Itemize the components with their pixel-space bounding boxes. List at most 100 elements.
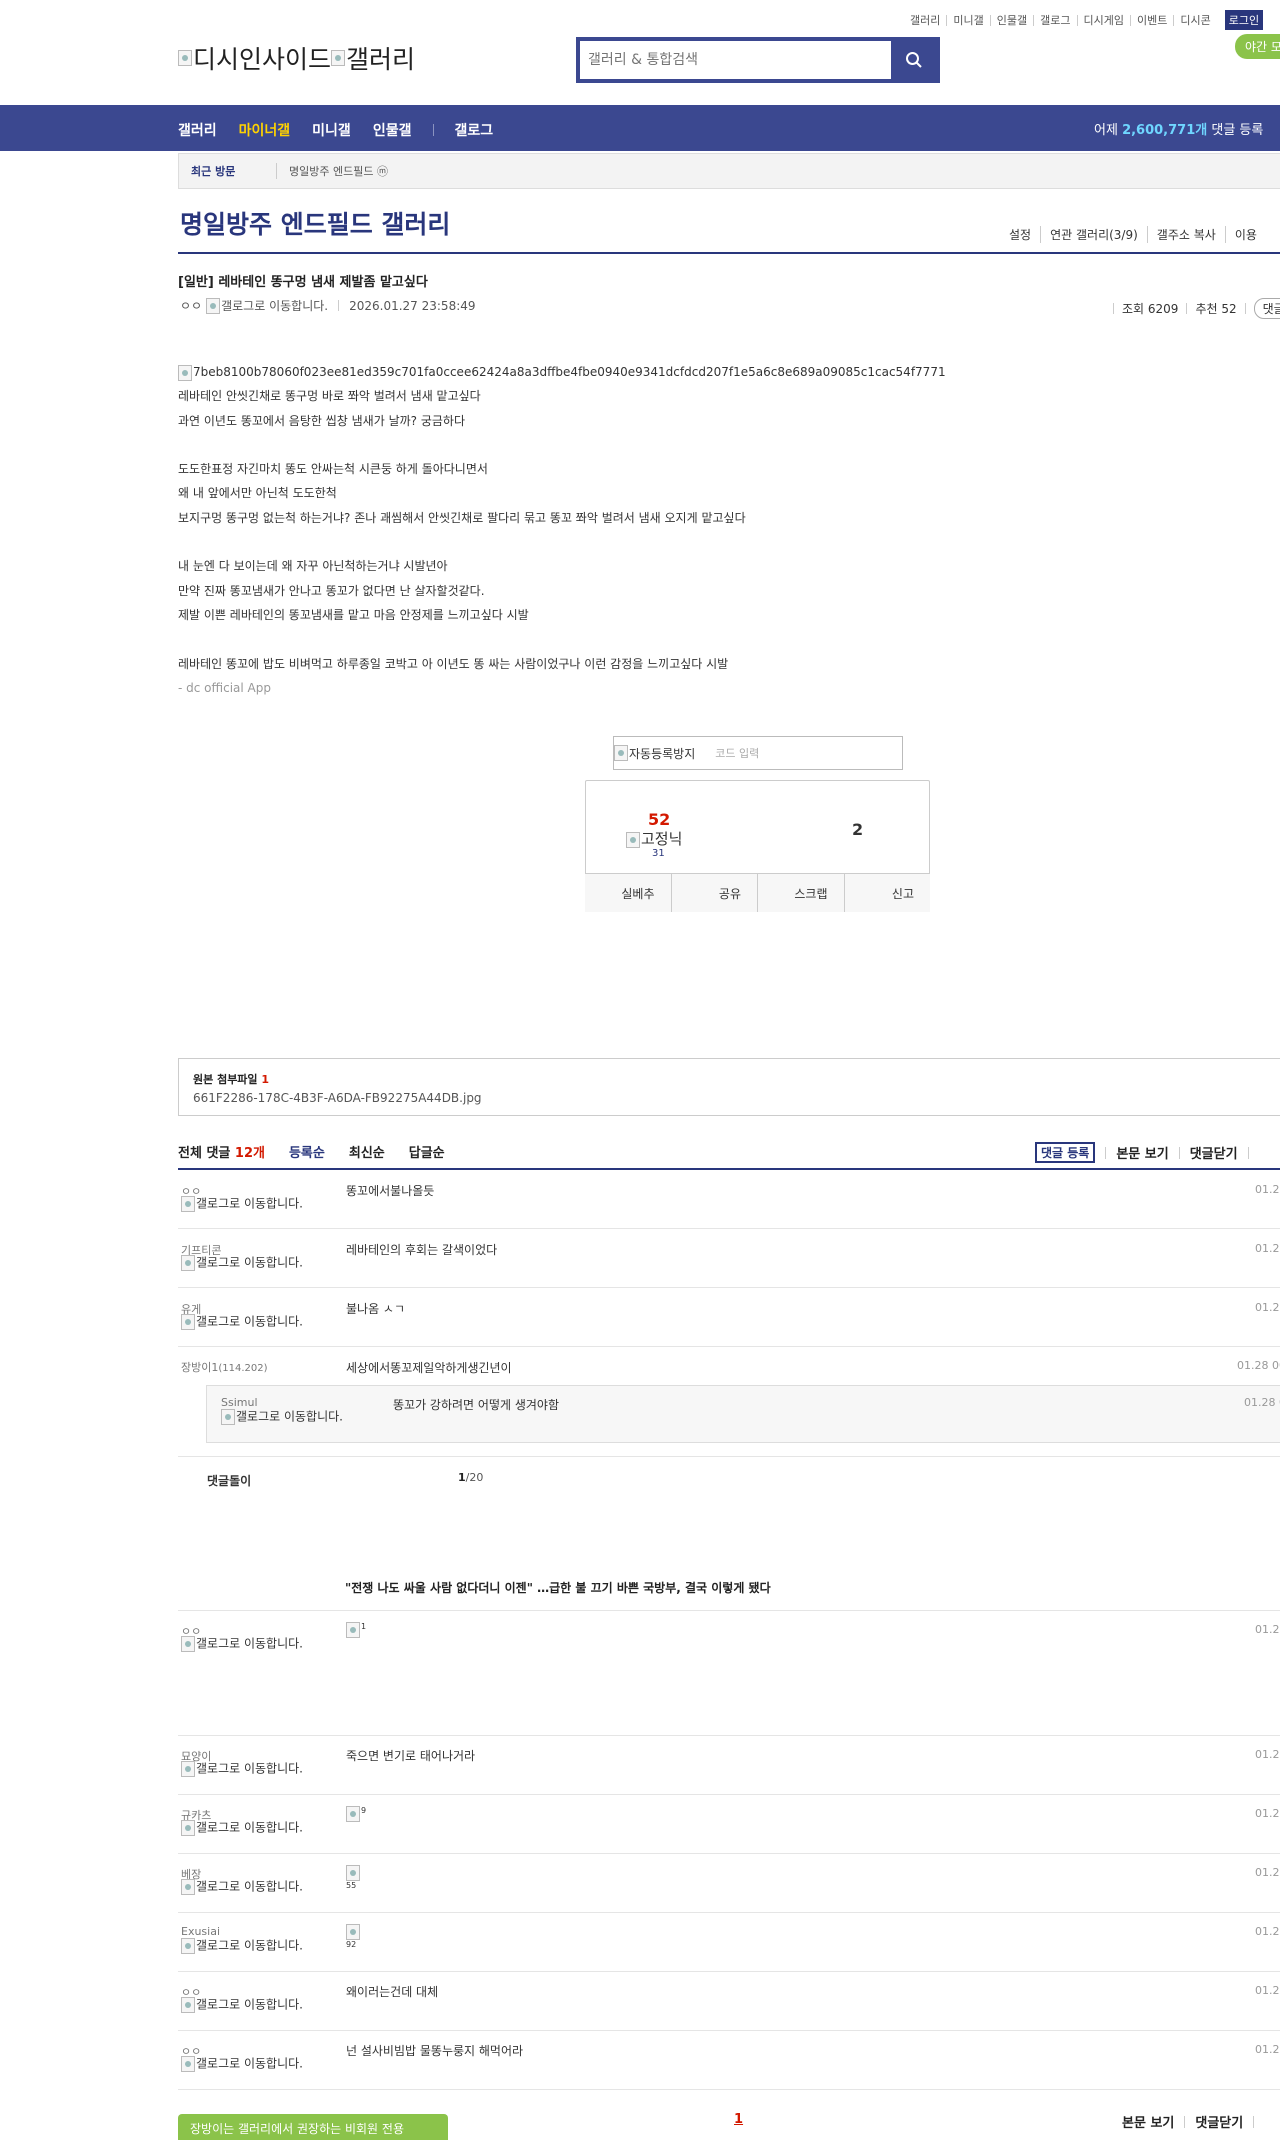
post-author[interactable]: ㅇㅇ xyxy=(180,297,202,314)
share-button[interactable]: 공유 xyxy=(670,874,758,912)
nav-gallery[interactable]: 갤러리 xyxy=(178,120,217,140)
broken-image-icon xyxy=(181,1997,195,2013)
related-gallery-link[interactable]: 연관 갤러리(3/9) xyxy=(1040,226,1147,243)
comment-image[interactable]: 55 xyxy=(346,1865,368,1890)
topmenu-dccon[interactable]: 디시콘 xyxy=(1173,14,1216,26)
actions-divider xyxy=(1178,1146,1180,1159)
actions-divider xyxy=(1253,2115,1255,2128)
broken-image-icon xyxy=(181,1879,195,1895)
nav-minorgall[interactable]: 마이너갤 xyxy=(239,120,291,140)
comment-nick[interactable]: 장방이1(114.202) xyxy=(181,1359,268,1375)
post-image-alt: 7beb8100b78060f023ee81ed359c701fa0ccee62… xyxy=(193,365,946,379)
broken-image-icon xyxy=(346,1806,360,1822)
comment-page-1[interactable]: 1 xyxy=(734,2112,743,2127)
report-button[interactable]: 신고 xyxy=(843,874,931,912)
scrap-button[interactable]: 스크랩 xyxy=(757,874,844,912)
sort-by-reply[interactable]: 답글순 xyxy=(409,1142,445,1161)
actions-divider xyxy=(1105,1146,1107,1159)
usage-link[interactable]: 이용 xyxy=(1224,226,1266,243)
broken-image-icon xyxy=(181,2056,195,2072)
nav-minigall[interactable]: 미니갤 xyxy=(312,120,351,140)
comment-register-button[interactable]: 댓글 등록 xyxy=(1035,1142,1096,1163)
night-mode-button[interactable]: 야간 모드 xyxy=(1235,34,1280,59)
comment-date: 01.28 xyxy=(1255,1807,1280,1820)
comment-text: 똥꼬에서불나올듯 xyxy=(346,1184,435,1198)
fixed-nick-upvote-button[interactable]: 고정닉 xyxy=(626,828,682,849)
captcha-input[interactable]: 코드 입력 xyxy=(715,745,759,761)
ad-comment-link[interactable]: "전쟁 나도 싸울 사람 없다더니 이젠" …급한 불 끄기 바쁜 국방부, 결… xyxy=(345,1579,771,1596)
gallog-link[interactable]: 갤로그로 이동합니다. xyxy=(221,1409,391,1425)
comment-date: 01.28 xyxy=(1255,1925,1280,1938)
recent-item[interactable]: 명일방주 엔드필드 ⓜ xyxy=(277,163,388,179)
recent-label: 최근 방문 xyxy=(179,163,277,179)
comment-image[interactable]: 1 xyxy=(346,1622,368,1638)
search-button[interactable] xyxy=(892,41,936,79)
gallog-link[interactable]: 갤로그로 이동합니다. xyxy=(181,2056,351,2072)
comment-nick[interactable]: Exusiai xyxy=(181,1925,220,1938)
gallog-link[interactable]: 갤로그로 이동합니다. xyxy=(181,1997,351,2013)
topmenu-dcgame[interactable]: 디시게임 xyxy=(1076,14,1130,26)
comment-stats: 어제 2,600,771개 댓글 등록 xyxy=(1094,119,1263,138)
comment-actions: 댓글 등록 본문 보기 댓글닫기 xyxy=(1035,1142,1259,1163)
body-line: 만약 진짜 똥꼬냄새가 안나고 똥꼬가 없다면 난 살자할것같다. xyxy=(178,583,485,598)
topmenu-gallog[interactable]: 갤로그 xyxy=(1033,14,1076,26)
broken-image-icon xyxy=(626,831,640,848)
recent-visits: 최근 방문 명일방주 엔드필드 ⓜ xyxy=(178,153,1280,189)
upvote-count: 52 xyxy=(648,810,671,829)
fixed-nick-alt: 고정닉 xyxy=(641,830,683,848)
comment-image[interactable]: 9 xyxy=(346,1806,368,1822)
comment-count-badge[interactable]: 댓글 xyxy=(1253,298,1280,319)
login-button[interactable]: 로그인 xyxy=(1224,10,1264,30)
stats-count: 2,600,771개 xyxy=(1122,123,1208,138)
logo-alt: 디시인사이드 xyxy=(193,45,332,74)
post-date: 2026.01.27 23:58:49 xyxy=(349,298,476,313)
view-body-button[interactable]: 본문 보기 xyxy=(1122,2112,1174,2131)
attachment-file-link[interactable]: 661F2286-178C-4B3F-A6DA-FB92275A44DB.jpg xyxy=(193,1091,1266,1105)
captcha-image-alt: 자동등록방지 xyxy=(629,746,696,761)
post-image[interactable]: 7beb8100b78060f023ee81ed359c701fa0ccee62… xyxy=(178,360,1178,384)
gallog-link[interactable]: 갤로그로 이동합니다. xyxy=(181,1761,351,1777)
comment-date: 01.28 xyxy=(1255,1301,1280,1314)
comment-date: 01.27 xyxy=(1255,1183,1280,1196)
close-comments-button[interactable]: 댓글닫기 xyxy=(1190,1143,1238,1162)
sort-by-register[interactable]: 등록순 xyxy=(289,1142,325,1161)
stats-divider xyxy=(1244,303,1246,314)
gallery-settings-link[interactable]: 설정 xyxy=(1000,226,1040,243)
vote-actions: 실베추 공유 스크랩 신고 xyxy=(585,873,930,912)
comment-image[interactable]: 92 xyxy=(346,1924,368,1949)
best-recommend-button[interactable]: 실베추 xyxy=(585,874,671,912)
gallog-link[interactable]: 갤로그로 이동합니다. xyxy=(181,1314,351,1330)
close-comments-button[interactable]: 댓글닫기 xyxy=(1195,2112,1243,2131)
attachment-label: 원본 첨부파일 1 xyxy=(193,1073,270,1086)
search-input[interactable] xyxy=(580,41,892,79)
title-divider xyxy=(178,252,1280,254)
comment-date: 01.28 xyxy=(1255,1748,1280,1761)
nav-gallog[interactable]: 갤로그 xyxy=(454,120,493,140)
reply-nick[interactable]: Ssimul xyxy=(221,1396,258,1409)
topmenu-gallery[interactable]: 갤러리 xyxy=(904,15,946,26)
sort-by-latest[interactable]: 최신순 xyxy=(349,1142,385,1161)
broken-image-icon xyxy=(178,50,192,66)
gallog-link[interactable]: 갤로그로 이동합니다. xyxy=(181,1820,351,1836)
stats-prefix: 어제 xyxy=(1094,123,1118,138)
search-box xyxy=(576,37,940,83)
view-body-button[interactable]: 본문 보기 xyxy=(1116,1143,1168,1162)
gallery-title[interactable]: 명일방주 엔드필드 갤러리 xyxy=(180,205,450,241)
site-logo[interactable]: 디시인사이드 갤러리 xyxy=(178,40,415,76)
nav-persongall[interactable]: 인물갤 xyxy=(373,120,412,140)
gallog-link[interactable]: 갤로그로 이동합니다. xyxy=(181,1196,351,1212)
gallog-link[interactable]: 갤로그로 이동합니다. xyxy=(181,1255,351,1271)
guest-notice-button[interactable]: 장방이는 갤러리에서 권장하는 비회원 전용 xyxy=(178,2114,448,2140)
topmenu-persongall[interactable]: 인물갤 xyxy=(989,14,1033,26)
gallog-icon[interactable] xyxy=(206,297,221,314)
copy-address-link[interactable]: 갤주소 복사 xyxy=(1146,226,1225,243)
topmenu-event[interactable]: 이벤트 xyxy=(1129,14,1173,26)
topmenu-minigall[interactable]: 미니갤 xyxy=(946,14,989,26)
broken-image-icon xyxy=(221,1409,235,1425)
gallog-link[interactable]: 갤로그로 이동합니다. xyxy=(181,1879,351,1895)
gallog-link[interactable]: 갤로그로 이동합니다. xyxy=(181,1636,351,1652)
body-line: 과연 이년도 똥꼬에서 음탕한 씹창 냄새가 날까? 궁금하다 xyxy=(178,413,465,428)
comment-text: 죽으면 변기로 태어나거라 xyxy=(346,1749,476,1763)
gallog-link[interactable]: 갤로그로 이동합니다. xyxy=(181,1938,351,1954)
comment-text: 세상에서똥꼬제일악하게생긴년이 xyxy=(346,1361,512,1375)
